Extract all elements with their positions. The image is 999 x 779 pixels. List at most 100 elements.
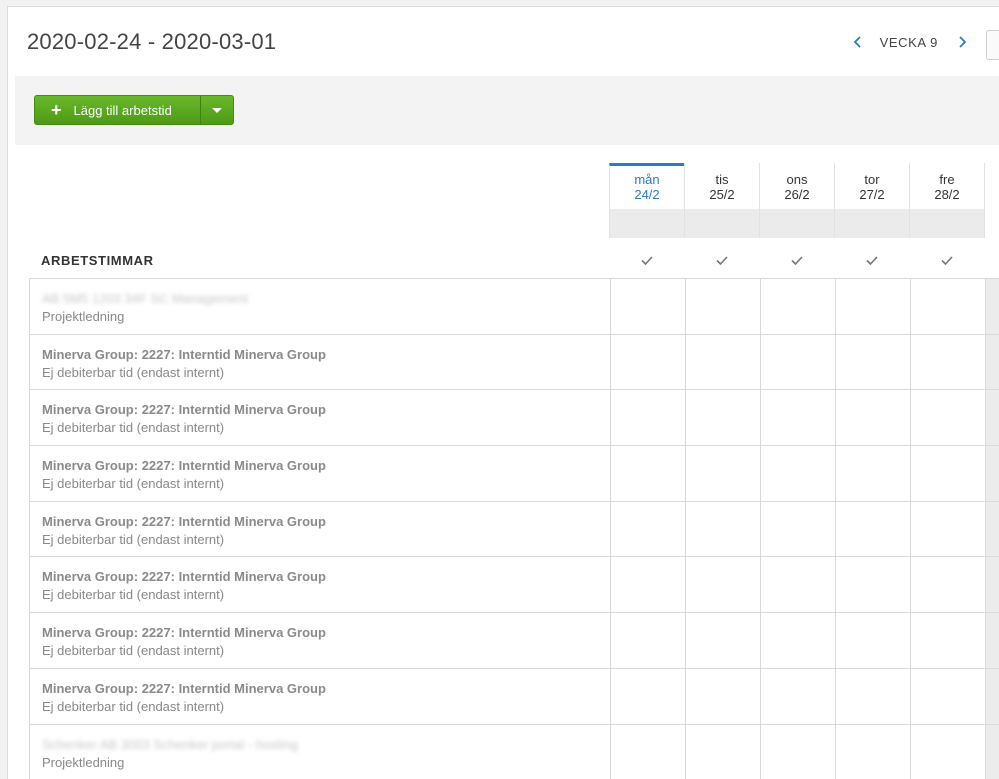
time-cell[interactable] [610,613,685,668]
time-cell[interactable] [685,334,760,390]
row-project: AB 5M5 1203 34F SC Management [42,291,248,306]
time-cell[interactable] [835,279,910,334]
time-cell[interactable] [910,279,985,334]
time-cell[interactable] [835,446,910,501]
time-cell[interactable] [610,279,685,334]
time-cell[interactable] [910,334,985,390]
time-cell[interactable] [685,613,760,668]
time-cell[interactable] [910,446,985,501]
day-total-cell [910,209,984,238]
time-cell[interactable] [760,501,835,557]
checkmark-icon [909,250,984,270]
time-cell[interactable] [835,390,910,446]
timesheet-grid: mån 24/2 tis 25/2 ons 26/2 tor 27/2 fre 28/2 ARBE… [28,162,999,779]
row-project: Minerva Group: 2227: Interntid Minerva G… [42,402,326,418]
column-divider [984,163,985,238]
time-cell[interactable] [760,334,835,390]
time-cell[interactable] [760,446,835,501]
row-client: Minerva Group [42,458,134,474]
row-label[interactable]: Minerva Group: 2227: Interntid Minerva G… [42,401,326,437]
day-date: 24/2 [634,187,660,202]
day-header-1[interactable]: tis 25/2 [684,163,759,238]
row-activity: Ej debiterbar tid (endast internt) [42,531,225,547]
row-weekend-cell [985,279,999,334]
time-cell[interactable] [910,724,985,779]
date-picker-button[interactable] [986,30,999,60]
checkmark-icon [759,250,834,270]
table-row: Minerva Group: 2227: Interntid Minerva G… [29,446,999,502]
row-label[interactable]: Schenker AB 3003 Schenker portal - hosti… [42,736,298,772]
day-total-cell [685,209,759,238]
week-navigation: VECKA 9 [848,30,999,60]
time-cell[interactable] [835,557,910,613]
time-cell[interactable] [610,446,685,501]
row-label[interactable]: Minerva Group: 2227: Interntid Minerva G… [42,457,326,493]
add-worktime-dropdown-button[interactable] [200,96,233,124]
time-cell[interactable] [610,334,685,390]
row-client: Minerva Group [42,513,134,529]
time-cell[interactable] [610,724,685,779]
row-client: Minerva Group [42,680,134,696]
day-name: tor [864,172,880,187]
caret-down-icon [212,107,222,113]
time-cell[interactable] [910,613,985,668]
time-cell[interactable] [685,668,760,724]
row-activity: Ej debiterbar tid (endast internt) [42,587,225,603]
time-cell[interactable] [610,501,685,557]
row-label[interactable]: Minerva Group: 2227: Interntid Minerva G… [42,346,326,382]
time-cell[interactable] [835,613,910,668]
time-cell[interactable] [760,279,835,334]
row-label[interactable]: Minerva Group: 2227: Interntid Minerva G… [42,568,326,604]
row-label[interactable]: Minerva Group: 2227: Interntid Minerva G… [42,513,326,549]
row-weekend-cell [985,334,999,390]
time-cell[interactable] [685,557,760,613]
row-project-name: 2227: Interntid Minerva Group [141,625,326,641]
time-cell[interactable] [760,613,835,668]
row-project: Minerva Group: 2227: Interntid Minerva G… [42,680,326,696]
time-cell[interactable] [685,390,760,446]
time-cell[interactable] [685,724,760,779]
row-activity: Ej debiterbar tid (endast internt) [42,364,225,380]
table-row: Schenker AB 3003 Schenker portal - hosti… [29,724,999,779]
day-header-4[interactable]: fre 28/2 [909,163,984,238]
chevron-right-icon[interactable] [952,31,972,53]
row-weekend-cell [985,613,999,668]
day-header-2[interactable]: ons 26/2 [759,163,834,238]
time-cell[interactable] [685,501,760,557]
row-project: Minerva Group: 2227: Interntid Minerva G… [42,346,326,362]
time-cell[interactable] [760,557,835,613]
time-cell[interactable] [910,390,985,446]
time-cell[interactable] [685,279,760,334]
row-label[interactable]: AB 5M5 1203 34F SC Management Projektledn… [42,290,248,326]
day-name: mån [634,172,660,187]
time-cell[interactable] [610,557,685,613]
day-header-3[interactable]: tor 27/2 [834,163,909,238]
day-name: fre [939,172,955,187]
time-cell[interactable] [835,501,910,557]
time-cell[interactable] [910,668,985,724]
row-weekend-cell [985,501,999,557]
time-cell[interactable] [835,724,910,779]
time-cell[interactable] [835,334,910,390]
time-cell[interactable] [685,446,760,501]
time-cell[interactable] [760,668,835,724]
day-date: 28/2 [934,187,960,202]
time-cell[interactable] [610,390,685,446]
toolbar: + Lägg till arbetstid [15,76,999,145]
time-cell[interactable] [910,557,985,613]
row-label[interactable]: Minerva Group: 2227: Interntid Minerva G… [42,680,326,716]
day-header-0[interactable]: mån 24/2 [609,163,684,238]
row-project: Schenker AB 3003 Schenker portal - hosti… [42,736,298,752]
time-cell[interactable] [910,501,985,557]
time-cell[interactable] [610,668,685,724]
add-worktime-button[interactable]: + Lägg till arbetstid [35,96,200,124]
row-label[interactable]: Minerva Group: 2227: Interntid Minerva G… [42,624,326,660]
row-activity: Projektledning [42,754,125,770]
row-project-name: 2227: Interntid Minerva Group [141,458,326,474]
time-cell[interactable] [835,668,910,724]
day-total-cell [835,209,909,238]
time-cell[interactable] [760,724,835,779]
chevron-left-icon[interactable] [848,31,868,53]
time-cell[interactable] [760,390,835,446]
checkmark-icon [684,250,759,270]
